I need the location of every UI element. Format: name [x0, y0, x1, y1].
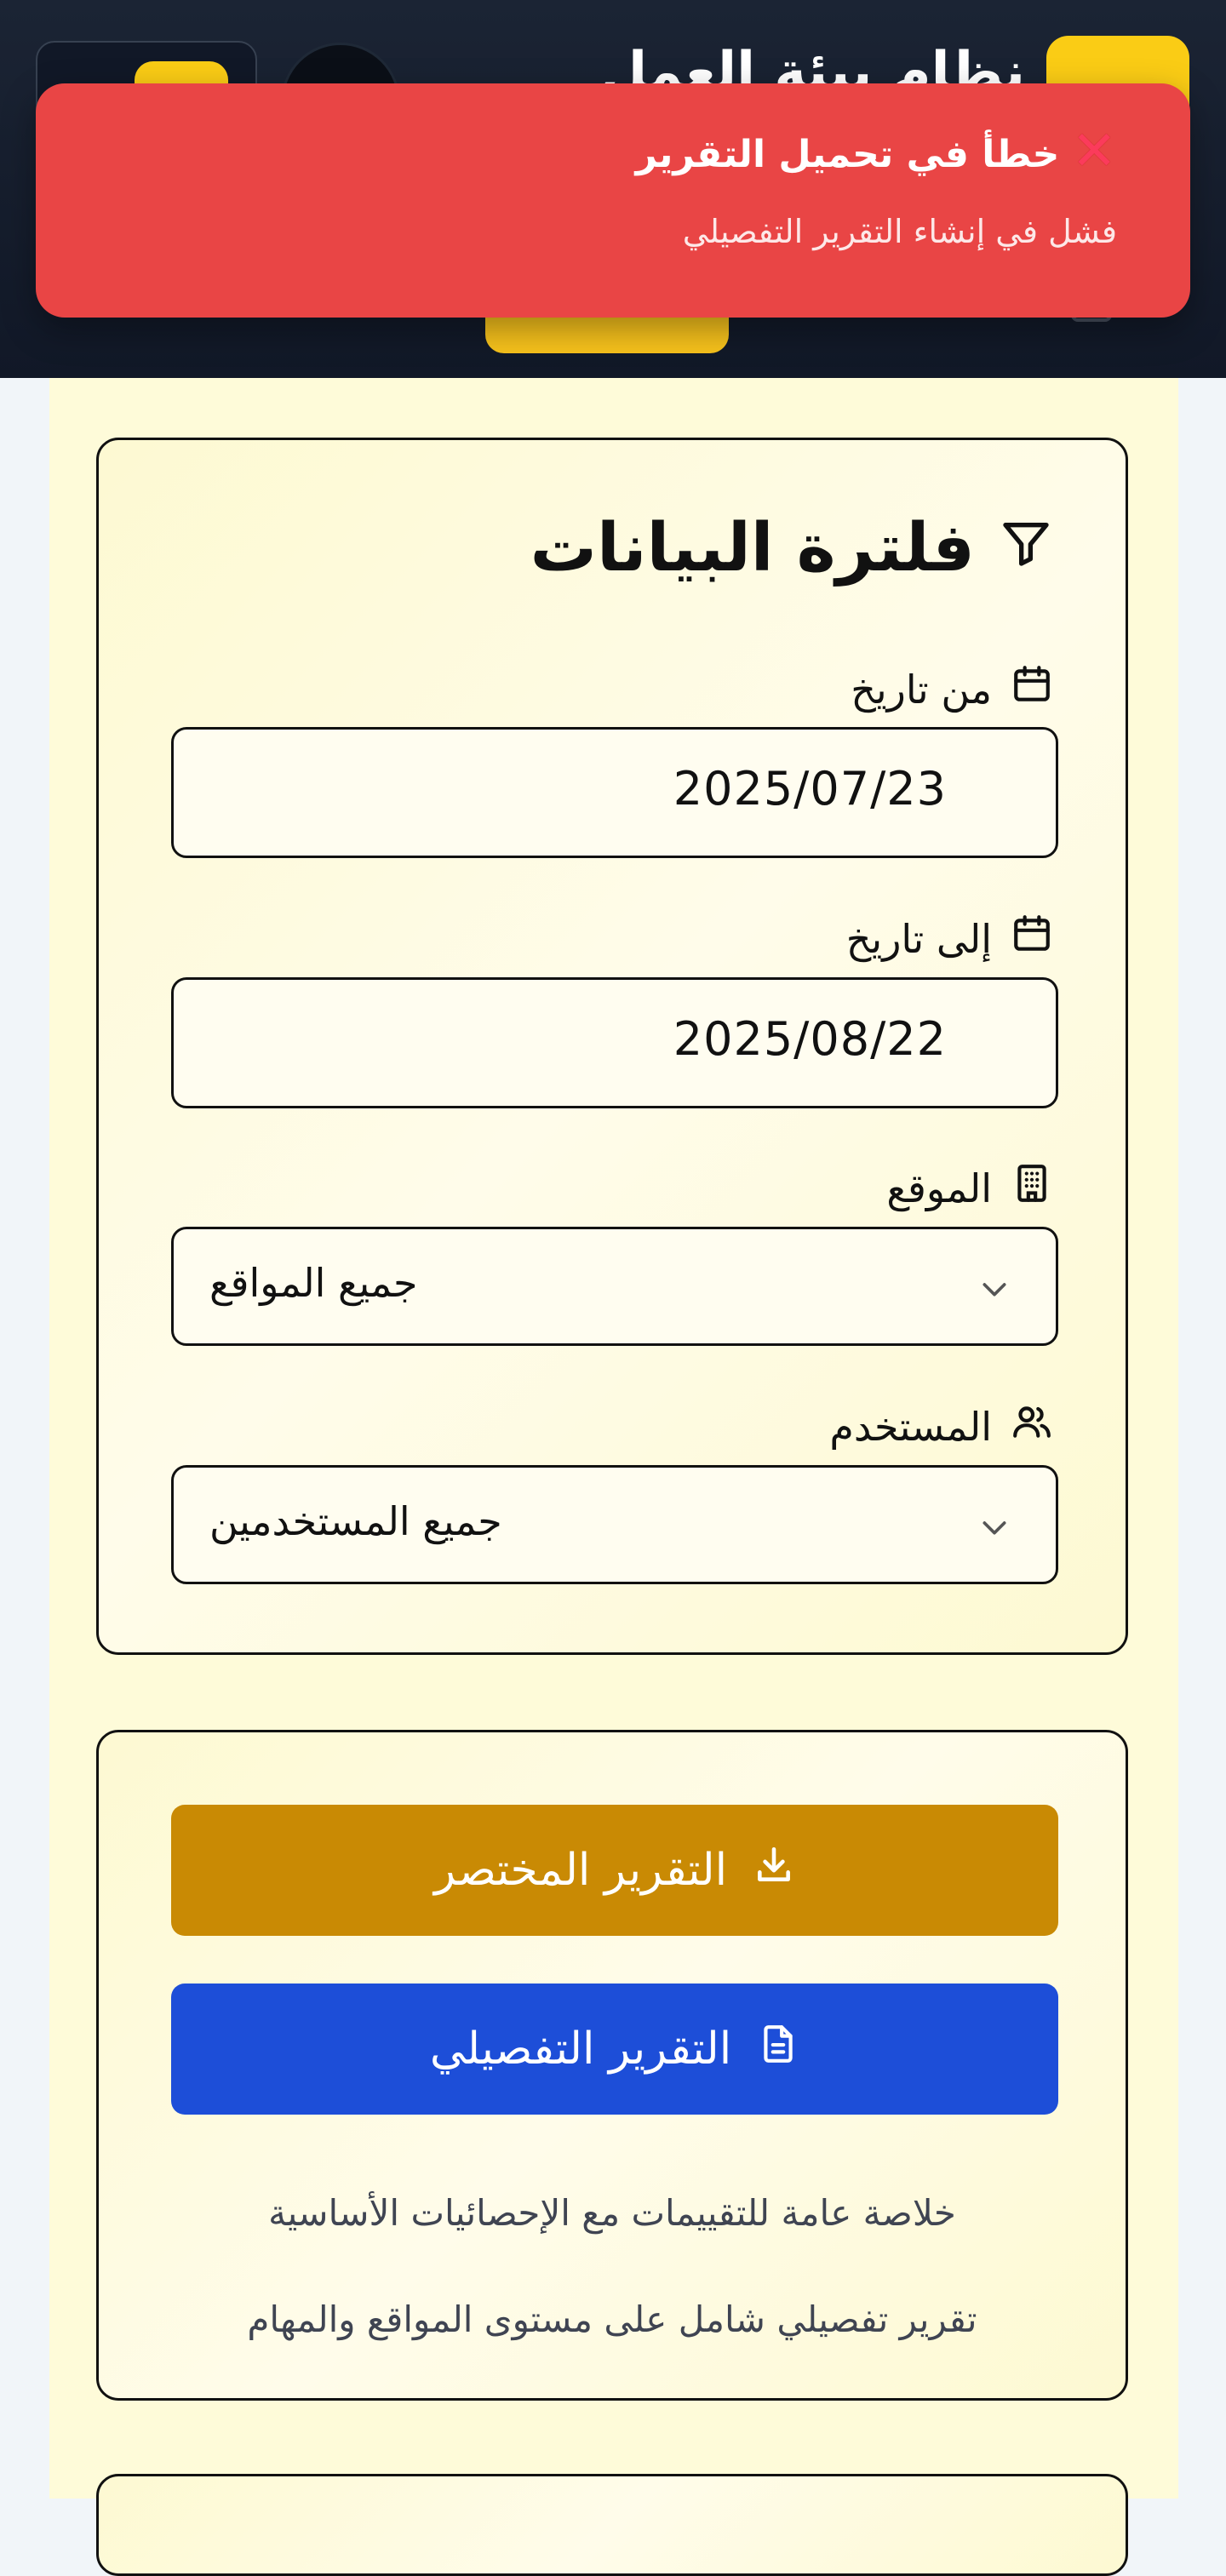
file-text-icon — [757, 2023, 799, 2076]
site-label: الموقع — [886, 1162, 1053, 1214]
detailed-report-description: تقرير تفصيلي شامل على مستوى المواقع والم… — [247, 2298, 977, 2340]
close-x-icon: ✕ — [1071, 120, 1117, 183]
from-date-input[interactable]: 2025/07/23 — [171, 727, 1058, 858]
main-content: فلترة البيانات من تاريخ 2025/07/23 إلى ت… — [49, 378, 1178, 2576]
filter-icon — [999, 510, 1053, 587]
detailed-report-label: التقرير التفصيلي — [429, 2024, 732, 2075]
toast-message: فشل في إنشاء التقرير التفصيلي — [682, 213, 1117, 250]
download-icon — [753, 1844, 795, 1898]
filter-title-text: فلترة البيانات — [530, 510, 975, 587]
user-select[interactable]: جميع المستخدمين — [171, 1465, 1058, 1584]
building-icon — [1011, 1162, 1053, 1214]
error-toast[interactable]: ✕ خطأ في تحميل التقرير فشل في إنشاء التق… — [36, 83, 1190, 318]
user-label-text: المستخدم — [829, 1403, 992, 1450]
toast-title: خطأ في تحميل التقرير — [635, 132, 1060, 176]
chevron-down-icon — [977, 1510, 1011, 1544]
site-select-value: جميع المواقع — [209, 1260, 418, 1306]
users-icon — [1011, 1400, 1053, 1452]
from-date-value: 2025/07/23 — [673, 762, 947, 816]
user-select-value: جميع المستخدمين — [209, 1498, 502, 1544]
to-date-value: 2025/08/22 — [673, 1012, 947, 1066]
brief-report-description: خلاصة عامة للتقييمات مع الإحصائيات الأسا… — [268, 2192, 956, 2234]
reports-card: التقرير المختصر التقرير التفصيلي خلاصة ع… — [96, 1730, 1128, 2401]
next-card — [96, 2474, 1128, 2576]
to-date-label-text: إلى تاريخ — [845, 915, 992, 962]
from-date-label: من تاريخ — [851, 663, 1053, 715]
filter-card: فلترة البيانات من تاريخ 2025/07/23 إلى ت… — [96, 438, 1128, 1655]
site-select[interactable]: جميع المواقع — [171, 1227, 1058, 1346]
to-date-input[interactable]: 2025/08/22 — [171, 977, 1058, 1108]
toast-title-row: ✕ خطأ في تحميل التقرير — [635, 124, 1117, 179]
brief-report-label: التقرير المختصر — [433, 1845, 728, 1896]
brief-report-button[interactable]: التقرير المختصر — [171, 1805, 1058, 1936]
from-date-label-text: من تاريخ — [851, 666, 992, 713]
user-label: المستخدم — [829, 1400, 1053, 1452]
calendar-icon — [1011, 663, 1053, 715]
detailed-report-button[interactable]: التقرير التفصيلي — [171, 1984, 1058, 2115]
filter-title: فلترة البيانات — [530, 510, 1053, 587]
chevron-down-icon — [977, 1272, 1011, 1306]
site-label-text: الموقع — [886, 1165, 992, 1211]
calendar-icon — [1011, 913, 1053, 965]
to-date-label: إلى تاريخ — [846, 913, 1053, 965]
